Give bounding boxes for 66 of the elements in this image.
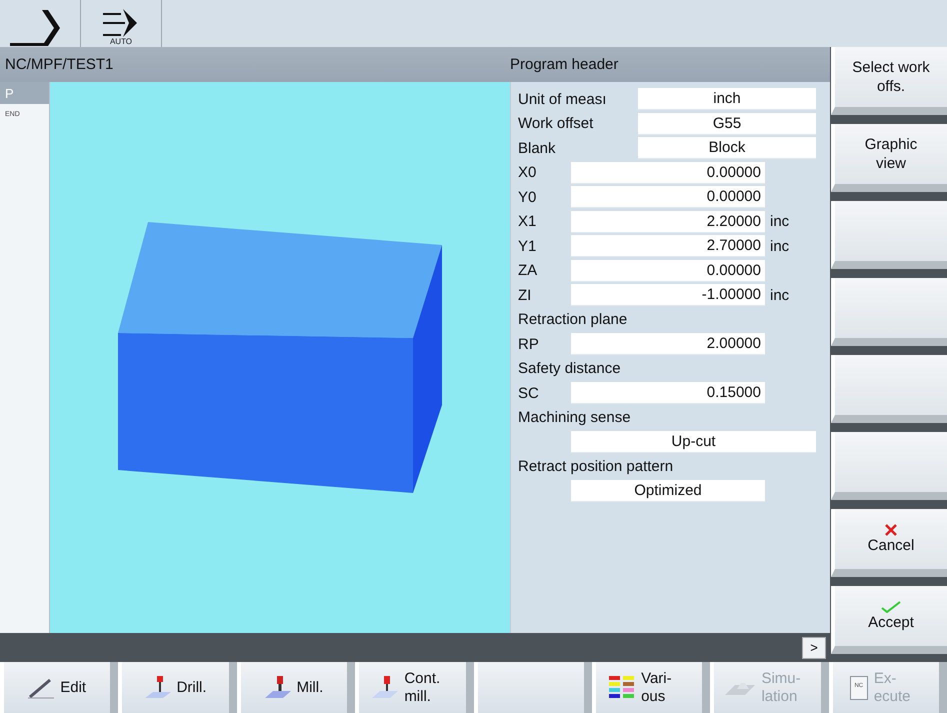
select-field[interactable]: Up-cut xyxy=(571,431,816,454)
softkey-label: Drill. xyxy=(176,678,207,696)
number-field[interactable]: 0.00000 xyxy=(571,162,765,184)
softkey-label: Simu- lation xyxy=(761,670,802,706)
select-field[interactable]: G55 xyxy=(638,112,816,135)
softkey-label: Vari- ous xyxy=(641,670,673,706)
field-label: Y1 xyxy=(518,238,538,255)
section-label: Safety distance xyxy=(518,360,622,378)
field-label: ZA xyxy=(518,262,538,280)
softkey[interactable]: Graphic view xyxy=(831,124,947,192)
softkey-label: Mill. xyxy=(296,678,324,696)
mode-label: AUTO xyxy=(110,37,132,47)
softkey[interactable]: Cont. mill. xyxy=(355,662,474,713)
field-label: Y0 xyxy=(518,188,538,206)
button-label: Accept xyxy=(868,612,914,632)
softkey[interactable] xyxy=(831,355,947,423)
mill-icon xyxy=(264,676,291,700)
number-field[interactable]: 2.70000 xyxy=(571,235,765,258)
softkey-label: Edit xyxy=(60,678,86,696)
softkey-label: Ex- ecute xyxy=(874,670,912,706)
section-label: Machining sense xyxy=(518,409,632,426)
field-label: SC xyxy=(518,384,540,402)
softkey[interactable] xyxy=(831,201,947,269)
scroll-button[interactable]: > xyxy=(802,636,826,658)
softkey[interactable] xyxy=(831,432,947,500)
section-label: Retract position pattern xyxy=(518,458,674,476)
number-field[interactable]: 0.00000 xyxy=(571,186,765,208)
softkey-label: Cont. mill. xyxy=(404,670,442,706)
number-field[interactable]: -1.00000 xyxy=(571,284,765,306)
select-field[interactable]: Optimized xyxy=(571,480,765,502)
accept-button[interactable]: Accept xyxy=(831,586,947,654)
number-field[interactable]: 0.00000 xyxy=(571,260,765,282)
select-field[interactable]: Block xyxy=(638,137,816,160)
field-label: X0 xyxy=(518,164,538,182)
unit-label: inc xyxy=(769,286,790,304)
checkmark-icon xyxy=(881,600,901,612)
number-field[interactable]: 2.20000 xyxy=(571,210,765,233)
softkey[interactable]: Drill. xyxy=(118,662,237,713)
unit-label: inc xyxy=(769,213,790,230)
cancel-button[interactable]: Cancel xyxy=(831,509,947,577)
number-field[interactable]: 0.15000 xyxy=(571,382,765,404)
unit-label: inc xyxy=(769,238,790,255)
select-field[interactable]: inch xyxy=(638,88,816,110)
softkey[interactable]: Mill. xyxy=(236,662,356,713)
softkey[interactable] xyxy=(831,278,947,346)
field-label: X1 xyxy=(518,213,538,230)
button-label: Cancel xyxy=(868,536,914,554)
drill-icon xyxy=(144,676,171,700)
field-label: Blank xyxy=(518,140,557,157)
field-label: Work offset xyxy=(518,115,594,132)
close-icon xyxy=(885,524,897,536)
field-label: Unit of meası xyxy=(518,90,608,108)
panel-title: Program header xyxy=(510,56,620,73)
softkey[interactable]: Edit xyxy=(0,662,118,713)
color-grid-icon xyxy=(609,676,636,700)
number-field[interactable]: 2.00000 xyxy=(571,333,765,356)
softkey[interactable] xyxy=(474,662,592,713)
softkey[interactable]: Vari- ous xyxy=(592,662,710,713)
mill-icon xyxy=(372,676,398,700)
section-label: Retraction plane xyxy=(518,311,628,328)
field-label: ZI xyxy=(518,286,532,304)
arrow-icon xyxy=(103,9,139,37)
softkey[interactable]: Select work offs. xyxy=(831,47,947,115)
field-label: RP xyxy=(518,336,540,353)
pencil-icon xyxy=(28,676,54,698)
program-path: NC/MPF/TEST1 xyxy=(4,56,114,73)
